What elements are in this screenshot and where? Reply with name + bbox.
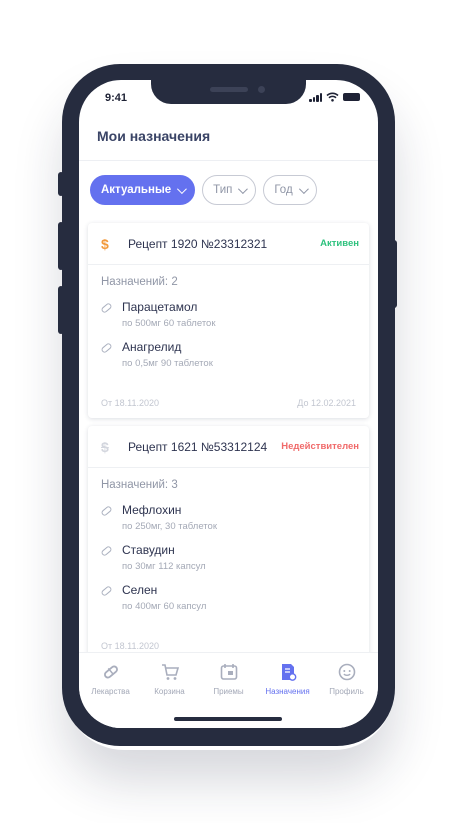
card-body: Назначений: 3 Мефлохин по 250мг, 30 табл… (88, 468, 369, 612)
pill-icon (100, 585, 113, 597)
filter-type-label: Тип (213, 184, 233, 196)
notch (151, 80, 306, 104)
med-dose: по 250мг, 30 таблеток (122, 521, 217, 532)
valid-from: От 18.11.2020 (101, 641, 159, 651)
med-item: Мефлохин по 250мг, 30 таблеток (100, 503, 356, 532)
status-time: 9:41 (105, 92, 128, 104)
pill-icon (101, 662, 121, 682)
tab-label: Приемы (213, 687, 244, 696)
chevron-down-icon (177, 183, 188, 194)
card-footer: От 18.11.2020 До 12.02.2021 (88, 380, 369, 418)
tab-label: Назначения (265, 687, 310, 696)
dollar-icon: $ (101, 235, 109, 252)
count-label: Назначений: 2 (101, 276, 178, 288)
speaker (210, 87, 248, 92)
camera (258, 86, 265, 93)
pill-icon (100, 342, 113, 354)
profile-icon (337, 662, 357, 682)
card-title: Рецепт 1621 №53312124 (128, 439, 268, 454)
filter-actual-label: Актуальные (101, 184, 172, 196)
filter-actual[interactable]: Актуальные (90, 175, 196, 205)
med-name: Селен (122, 583, 158, 597)
calendar-icon (219, 662, 239, 682)
filter-bar: Актуальные Тип Год (90, 175, 317, 205)
med-item: Ставудин по 30мг 112 капсул (100, 543, 356, 572)
med-name: Мефлохин (122, 503, 182, 517)
tab-cart[interactable]: Корзина (142, 662, 198, 696)
filter-year-label: Год (274, 184, 293, 196)
prescription-list: $ Рецепт 1920 №23312321 Активен Назначен… (79, 220, 378, 658)
med-name: Парацетамол (122, 300, 198, 314)
med-item: Парацетамол по 500мг 60 таблеток (100, 300, 356, 329)
card-body: Назначений: 2 Парацетамол по 500мг 60 та… (88, 265, 369, 369)
header-divider (79, 160, 378, 161)
tab-label: Лекарства (91, 687, 130, 696)
med-dose: по 0,5мг 90 таблеток (122, 358, 213, 369)
card-header: $ Рецепт 1920 №23312321 Активен (88, 223, 369, 265)
count-label: Назначений: 3 (101, 479, 178, 491)
card-title: Рецепт 1920 №23312321 (128, 236, 268, 251)
chevron-down-icon (238, 183, 249, 194)
phone-screen: 9:41 Мои назначения Актуальные Тип Год $… (79, 80, 378, 728)
med-dose: по 400мг 60 капсул (122, 601, 207, 612)
signal-icon (309, 92, 322, 102)
tab-medicines[interactable]: Лекарства (83, 662, 139, 696)
battery-icon (343, 93, 360, 101)
status-badge: Активен (320, 238, 359, 249)
valid-from: От 18.11.2020 (101, 398, 159, 408)
med-name: Анагрелид (122, 340, 182, 354)
tab-profile[interactable]: Профиль (319, 662, 375, 696)
prescription-card[interactable]: $ Рецепт 1621 №53312124 Недействителен Н… (88, 426, 369, 658)
prescription-card[interactable]: $ Рецепт 1920 №23312321 Активен Назначен… (88, 223, 369, 418)
page-title: Мои назначения (97, 128, 211, 144)
wifi-icon (326, 92, 339, 102)
tab-label: Профиль (329, 687, 364, 696)
med-dose: по 30мг 112 капсул (122, 561, 206, 572)
filter-type[interactable]: Тип (202, 175, 257, 205)
pill-icon (100, 545, 113, 557)
filter-year[interactable]: Год (263, 175, 317, 205)
med-item: Анагрелид по 0,5мг 90 таблеток (100, 340, 356, 369)
status-badge: Недействителен (281, 441, 359, 452)
tab-label: Корзина (154, 687, 185, 696)
prescription-icon (278, 662, 298, 682)
card-header: $ Рецепт 1621 №53312124 Недействителен (88, 426, 369, 468)
status-icons (309, 92, 360, 102)
dollar-crossed-icon: $ (101, 438, 109, 455)
chevron-down-icon (298, 183, 309, 194)
pill-icon (100, 505, 113, 517)
tab-prescriptions[interactable]: Назначения (260, 662, 316, 696)
tab-appointments[interactable]: Приемы (201, 662, 257, 696)
med-dose: по 500мг 60 таблеток (122, 318, 216, 329)
valid-to: До 12.02.2021 (297, 398, 356, 408)
med-name: Ставудин (122, 543, 175, 557)
home-indicator[interactable] (174, 717, 282, 721)
pill-icon (100, 302, 113, 314)
cart-icon (160, 662, 180, 682)
med-item: Селен по 400мг 60 капсул (100, 583, 356, 612)
